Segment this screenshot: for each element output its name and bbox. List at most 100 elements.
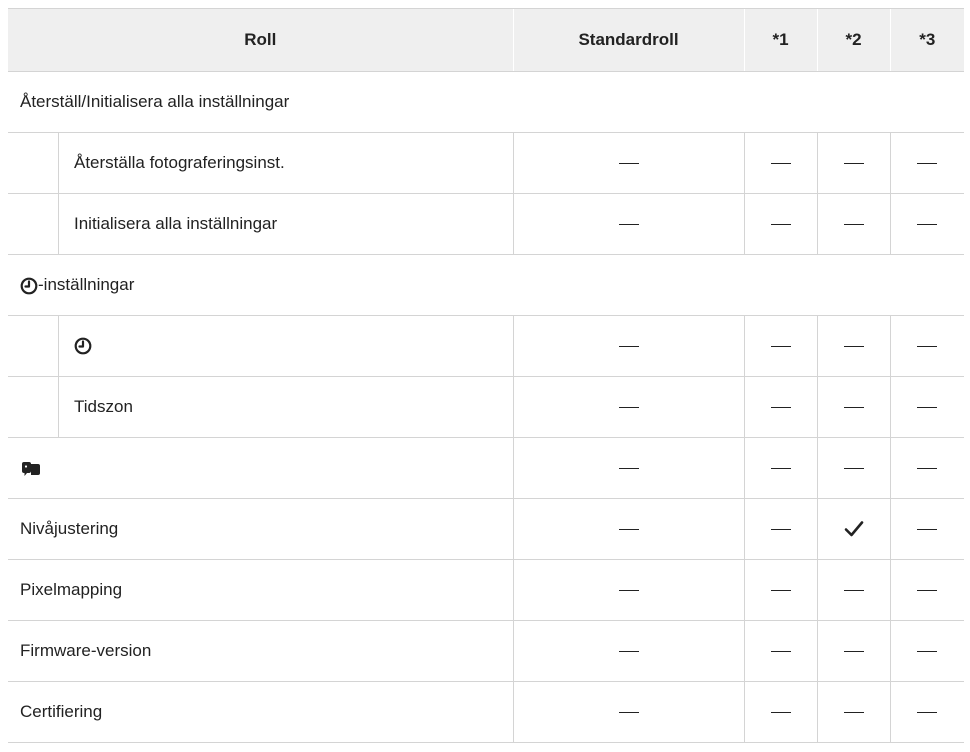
table-row: -inställningar <box>8 254 964 316</box>
row-label-firmware: Firmware-version <box>8 620 513 682</box>
dash-mark <box>843 467 864 470</box>
row-label-language <box>8 437 513 499</box>
value-cell <box>743 132 817 194</box>
dash-mark <box>843 345 864 348</box>
row-label-certification: Certifiering <box>8 681 513 743</box>
table-header: Roll Standardroll *1 *2 *3 <box>8 8 964 72</box>
value-cell <box>889 376 964 438</box>
dash-mark <box>843 589 864 592</box>
value-cell <box>512 437 744 499</box>
dash-mark <box>770 223 791 226</box>
value-cell <box>743 620 817 682</box>
group-label-clock: -inställningar <box>38 275 135 294</box>
row-label-clock <box>58 316 513 376</box>
value-cell <box>816 193 890 255</box>
dash-mark <box>917 528 938 531</box>
value-cell <box>889 620 964 682</box>
dash-mark <box>843 223 864 226</box>
value-cell <box>816 376 890 438</box>
dash-mark <box>770 650 791 653</box>
dash-mark <box>770 162 791 165</box>
dash-mark <box>843 711 864 714</box>
value-cell <box>743 498 817 560</box>
dash-mark <box>618 589 639 592</box>
dash-mark <box>618 467 639 470</box>
dash-mark <box>618 711 639 714</box>
value-cell <box>743 437 817 499</box>
group-clock-settings: -inställningar <box>8 254 964 316</box>
settings-table: Roll Standardroll *1 *2 *3 Återställ/Ini… <box>8 8 964 743</box>
table-row: Pixelmapping <box>8 559 964 621</box>
header-role: Roll <box>8 8 513 72</box>
dash-mark <box>770 467 791 470</box>
table-row <box>8 437 964 499</box>
value-cell <box>816 620 890 682</box>
dash-mark <box>843 406 864 409</box>
header-col2: *2 <box>816 8 890 72</box>
table-row: Tidszon <box>8 376 964 438</box>
language-icon <box>20 460 42 478</box>
table-row: Initialisera alla inställningar <box>8 193 964 255</box>
value-cell <box>889 498 964 560</box>
value-cell <box>816 498 890 560</box>
table-row: Certifiering <box>8 681 964 743</box>
dash-mark <box>618 345 639 348</box>
value-cell <box>743 376 817 438</box>
dash-mark <box>917 589 938 592</box>
table-row: Firmware-version <box>8 620 964 682</box>
dash-mark <box>770 528 791 531</box>
dash-mark <box>843 650 864 653</box>
value-cell <box>816 681 890 743</box>
dash-mark <box>770 345 791 348</box>
value-cell <box>512 376 744 438</box>
dash-mark <box>917 162 938 165</box>
dash-mark <box>618 650 639 653</box>
dash-mark <box>917 650 938 653</box>
table-row <box>8 315 964 377</box>
value-cell <box>512 315 744 377</box>
table-body: Återställ/Initialisera alla inställninga… <box>8 71 964 743</box>
value-cell <box>889 559 964 621</box>
dash-mark <box>618 406 639 409</box>
dash-mark <box>770 711 791 714</box>
value-cell <box>816 559 890 621</box>
value-cell <box>889 437 964 499</box>
dash-mark <box>917 406 938 409</box>
value-cell <box>889 315 964 377</box>
value-cell <box>512 498 744 560</box>
value-cell <box>743 559 817 621</box>
value-cell <box>816 132 890 194</box>
value-cell <box>512 132 744 194</box>
value-cell <box>816 315 890 377</box>
dash-mark <box>917 467 938 470</box>
dash-mark <box>770 589 791 592</box>
dash-mark <box>770 406 791 409</box>
row-label-reset-shooting: Återställa fotograferingsinst. <box>58 133 513 193</box>
dash-mark <box>618 223 639 226</box>
dash-mark <box>917 223 938 226</box>
value-cell <box>743 193 817 255</box>
value-cell <box>512 193 744 255</box>
value-cell <box>743 681 817 743</box>
value-cell <box>816 437 890 499</box>
value-cell <box>889 132 964 194</box>
header-col1: *1 <box>743 8 817 72</box>
clock-icon <box>74 337 92 355</box>
header-default-role: Standardroll <box>512 8 744 72</box>
value-cell <box>889 681 964 743</box>
dash-mark <box>917 711 938 714</box>
value-cell <box>743 315 817 377</box>
row-label-level: Nivåjustering <box>8 498 513 560</box>
group-label-reset: Återställ/Initialisera alla inställninga… <box>8 71 964 133</box>
dash-mark <box>843 162 864 165</box>
dash-mark <box>618 162 639 165</box>
clock-icon <box>20 277 38 295</box>
value-cell <box>512 681 744 743</box>
value-cell <box>512 559 744 621</box>
table-row: Återställ/Initialisera alla inställninga… <box>8 71 964 133</box>
check-icon <box>818 520 890 538</box>
dash-mark <box>618 528 639 531</box>
row-label-timezone: Tidszon <box>58 377 513 437</box>
value-cell <box>512 620 744 682</box>
row-label-pixelmapping: Pixelmapping <box>8 559 513 621</box>
